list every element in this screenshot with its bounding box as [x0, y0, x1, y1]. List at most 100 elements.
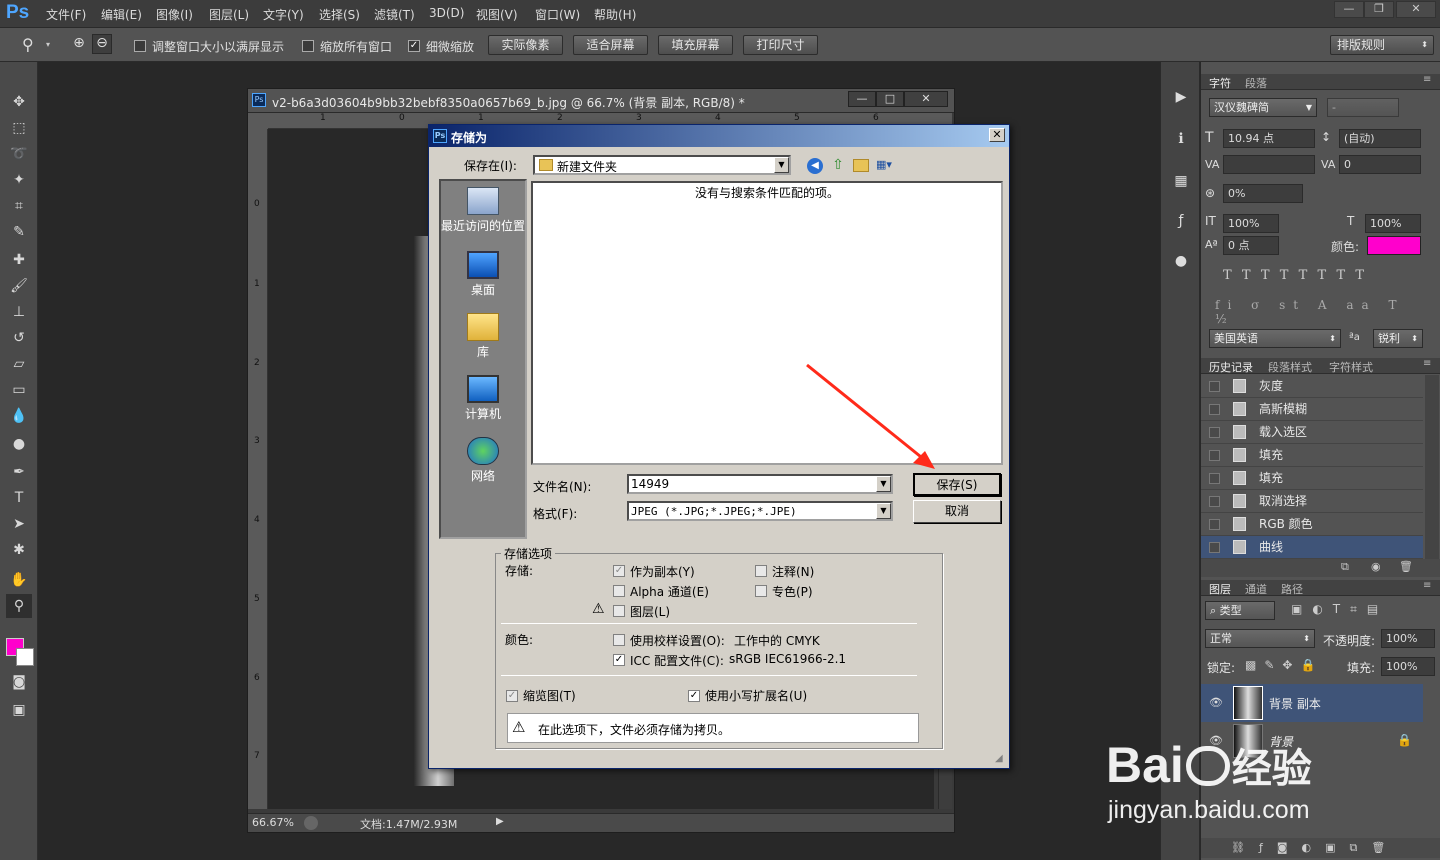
- back-icon[interactable]: ◀: [807, 158, 823, 174]
- fit-screen-button[interactable]: 适合屏幕: [573, 35, 648, 55]
- history-brush-tool-icon[interactable]: ↺: [6, 326, 32, 350]
- menu-window[interactable]: 窗口(W): [535, 6, 580, 23]
- doc-close-button[interactable]: ✕: [904, 91, 948, 107]
- fill-screen-button[interactable]: 填充屏幕: [658, 35, 733, 55]
- tsume-input[interactable]: 0%: [1223, 184, 1303, 203]
- lock-icons[interactable]: ▩✎✥🔒: [1245, 658, 1335, 672]
- zoom-all-checkbox[interactable]: [302, 38, 314, 52]
- tab-character[interactable]: 字符: [1209, 75, 1231, 91]
- tab-channels[interactable]: 通道: [1245, 581, 1267, 597]
- magic-wand-tool-icon[interactable]: ✦: [6, 168, 32, 192]
- horizontal-scale-input[interactable]: 100%: [1365, 214, 1421, 233]
- panel-menu-icon[interactable]: ≡: [1423, 580, 1431, 591]
- opentype-buttons[interactable]: fi σ st A aa T ½: [1215, 298, 1421, 326]
- history-item[interactable]: 填充: [1201, 444, 1423, 467]
- tab-history[interactable]: 历史记录: [1209, 359, 1253, 375]
- place-network[interactable]: 网络: [441, 437, 525, 484]
- move-tool-icon[interactable]: ✥: [6, 90, 32, 114]
- close-button[interactable]: ✕: [1396, 1, 1436, 18]
- info-icon[interactable]: ℹ: [1169, 128, 1193, 150]
- shape-tool-icon[interactable]: ✱: [6, 538, 32, 562]
- fill-input[interactable]: 100%: [1381, 657, 1435, 676]
- font-style-select[interactable]: -: [1327, 98, 1399, 117]
- history-item[interactable]: 高斯模糊: [1201, 398, 1423, 421]
- new-folder-icon[interactable]: [853, 159, 869, 172]
- scrubby-zoom-checkbox[interactable]: ✓: [408, 38, 420, 52]
- zoom-level[interactable]: 66.67%: [252, 816, 294, 829]
- history-item[interactable]: 填充: [1201, 467, 1423, 490]
- menu-filter[interactable]: 滤镜(T): [374, 6, 415, 23]
- workspace-select[interactable]: 排版规则 ⬍: [1330, 35, 1434, 55]
- layers-checkbox[interactable]: [613, 603, 625, 617]
- cancel-button[interactable]: 取消: [913, 500, 1001, 523]
- font-family-select[interactable]: 汉仪魏碑简 ▼: [1209, 98, 1317, 117]
- zoom-tool-icon[interactable]: ⚲: [22, 35, 34, 54]
- place-recent[interactable]: 最近访问的位置: [441, 187, 525, 234]
- brush-tool-icon[interactable]: 🖌: [6, 274, 32, 298]
- swatches-icon[interactable]: ▦: [1169, 170, 1193, 192]
- play-action-icon[interactable]: ▶: [1169, 86, 1193, 108]
- menu-image[interactable]: 图像(I): [156, 6, 193, 23]
- lasso-tool-icon[interactable]: ➰: [6, 142, 32, 166]
- layer-row-selected[interactable]: 👁 背景 副本: [1201, 684, 1423, 722]
- blend-mode-select[interactable]: 正常 ⬍: [1205, 629, 1315, 648]
- print-size-button[interactable]: 打印尺寸: [743, 35, 818, 55]
- status-menu-arrow-icon[interactable]: ▶: [496, 816, 504, 827]
- icc-profile-checkbox[interactable]: ✓: [613, 652, 625, 666]
- opacity-input[interactable]: 100%: [1381, 629, 1435, 648]
- tracking-input[interactable]: 0: [1339, 155, 1421, 174]
- quick-mask-icon[interactable]: ◙: [6, 670, 32, 694]
- layer-filter-select[interactable]: ⌕ 类型: [1205, 601, 1275, 620]
- save-button[interactable]: 保存(S): [913, 473, 1001, 496]
- gradient-tool-icon[interactable]: ▭: [6, 378, 32, 402]
- type-tool-icon[interactable]: T: [6, 486, 32, 510]
- menu-type[interactable]: 文字(Y): [263, 6, 304, 23]
- tool-preset-chevron-icon[interactable]: ▾: [46, 40, 50, 49]
- screen-mode-icon[interactable]: ▣: [6, 698, 32, 722]
- zoom-out-icon[interactable]: ⊖: [92, 34, 112, 54]
- eyedropper-tool-icon[interactable]: ✎: [6, 220, 32, 244]
- history-item-selected[interactable]: 曲线: [1201, 536, 1423, 559]
- doc-minimize-button[interactable]: —: [848, 91, 876, 107]
- resize-grip-icon[interactable]: ◢: [995, 753, 1003, 764]
- crop-tool-icon[interactable]: ⌗: [6, 194, 32, 218]
- menu-3d[interactable]: 3D(D): [429, 6, 464, 20]
- view-menu-icon[interactable]: ▦▾: [876, 158, 900, 174]
- menu-layer[interactable]: 图层(L): [209, 6, 249, 23]
- eraser-tool-icon[interactable]: ▱: [6, 352, 32, 376]
- dialog-close-button[interactable]: ✕: [989, 128, 1005, 142]
- pen-tool-icon[interactable]: ✒: [6, 460, 32, 484]
- layer-filter-icons[interactable]: ▣◐T⌗▤: [1291, 602, 1421, 617]
- filename-input[interactable]: 14949 ▼: [627, 474, 893, 494]
- menu-help[interactable]: 帮助(H): [594, 6, 636, 23]
- font-size-input[interactable]: 10.94 点: [1223, 129, 1315, 148]
- restore-button[interactable]: ❐: [1364, 1, 1394, 18]
- dodge-tool-icon[interactable]: ●: [6, 432, 32, 456]
- history-scrollbar[interactable]: [1425, 375, 1439, 559]
- text-style-buttons[interactable]: TTTTTTTT: [1223, 268, 1423, 283]
- up-folder-icon[interactable]: ⇧: [830, 157, 846, 173]
- panel-menu-icon[interactable]: ≡: [1423, 358, 1431, 369]
- history-item[interactable]: 载入选区: [1201, 421, 1423, 444]
- path-selection-tool-icon[interactable]: ➤: [6, 512, 32, 536]
- menu-view[interactable]: 视图(V): [476, 6, 518, 23]
- spot-checkbox[interactable]: [755, 583, 767, 597]
- fx-brush-icon[interactable]: ƒ: [1169, 210, 1193, 232]
- alpha-checkbox[interactable]: [613, 583, 625, 597]
- marquee-tool-icon[interactable]: ⬚: [6, 116, 32, 140]
- menu-file[interactable]: 文件(F): [46, 6, 86, 23]
- tab-paragraph[interactable]: 段落: [1245, 75, 1267, 91]
- resize-windows-checkbox[interactable]: [134, 38, 146, 52]
- proof-setup-checkbox[interactable]: [613, 632, 625, 646]
- blur-tool-icon[interactable]: 💧: [6, 404, 32, 428]
- vertical-scale-input[interactable]: 100%: [1223, 214, 1279, 233]
- place-computer[interactable]: 计算机: [441, 375, 525, 422]
- history-item[interactable]: 灰度: [1201, 375, 1423, 398]
- place-desktop[interactable]: 桌面: [441, 251, 525, 298]
- new-document-icon[interactable]: ⧉: [1341, 560, 1349, 574]
- hand-tool-icon[interactable]: ✋: [6, 568, 32, 592]
- status-info-icon[interactable]: [304, 816, 318, 830]
- leading-input[interactable]: (自动): [1339, 129, 1421, 148]
- doc-maximize-button[interactable]: □: [876, 91, 904, 107]
- menu-edit[interactable]: 编辑(E): [101, 6, 142, 23]
